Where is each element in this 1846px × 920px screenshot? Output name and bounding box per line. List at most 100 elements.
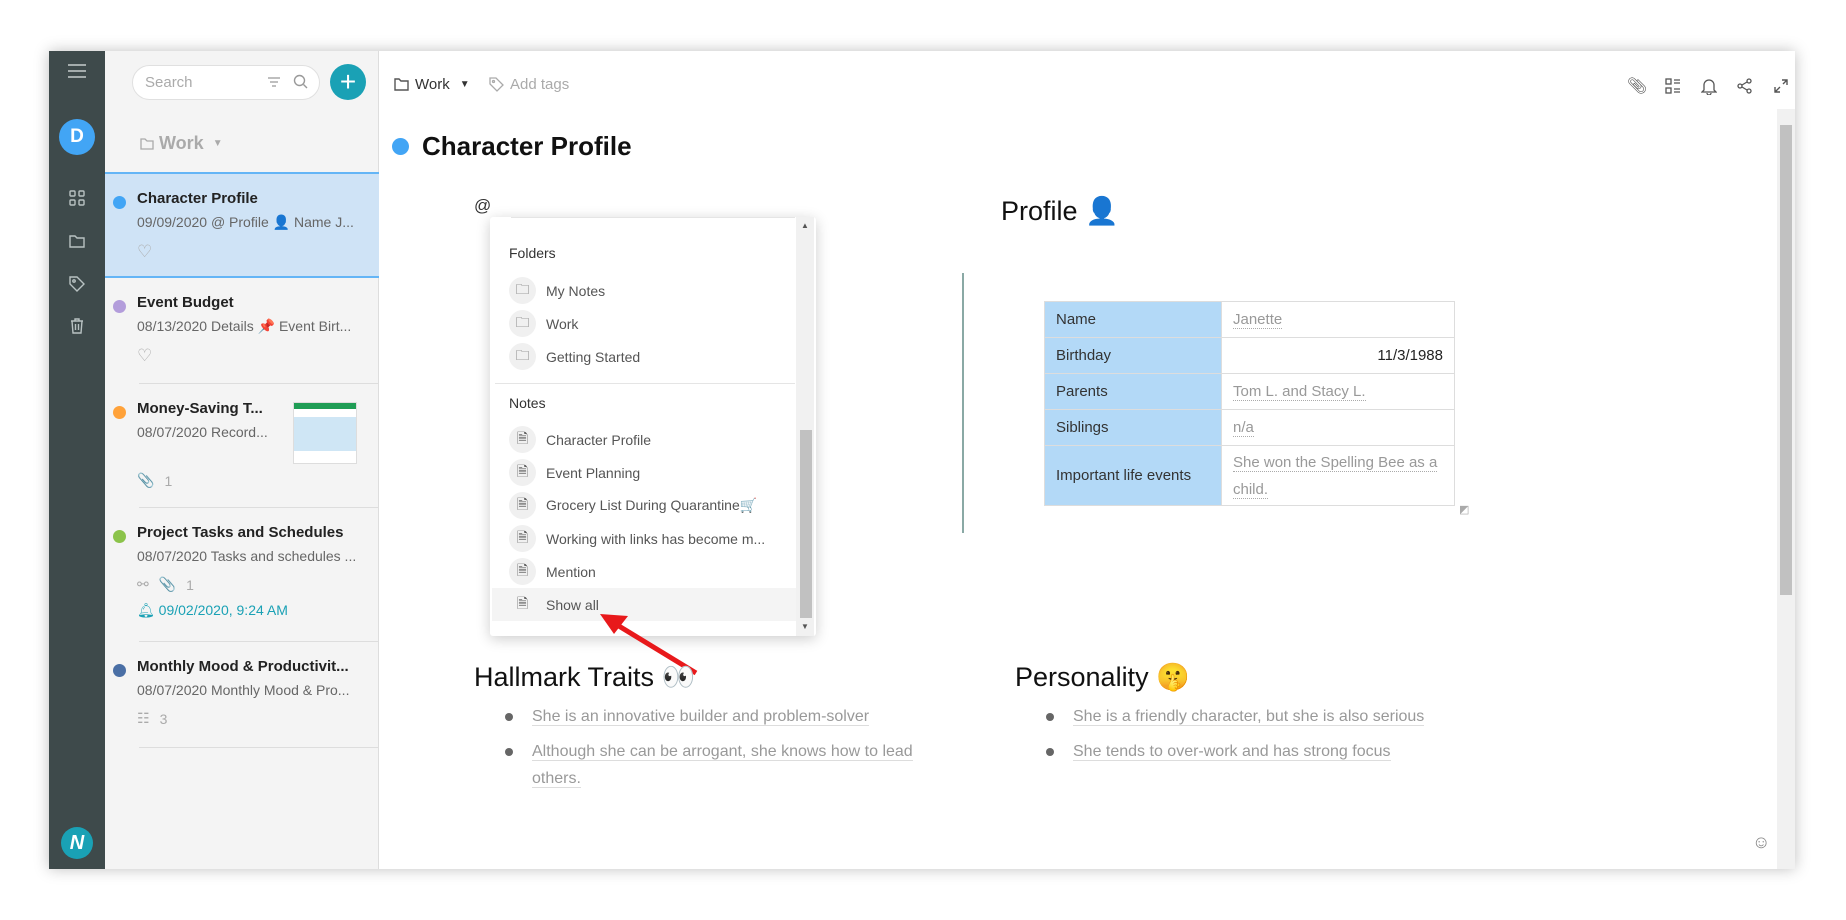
table-row: Parents Tom L. and Stacy L. <box>1044 373 1455 410</box>
table-value[interactable]: Tom L. and Stacy L. <box>1221 373 1455 410</box>
divider <box>139 747 379 748</box>
table-value[interactable]: She won the Spelling Bee as a child. <box>1221 445 1455 506</box>
dropdown-folder-item[interactable]: 🗀 Work <box>492 307 796 340</box>
note-item-money-saving[interactable]: Money-Saving T... 08/07/2020 Record... 📎… <box>105 384 379 508</box>
note-item-monthly-mood[interactable]: Monthly Mood & Productivit... 08/07/2020… <box>105 642 379 748</box>
tag-icon[interactable] <box>65 272 89 296</box>
folder-selector[interactable]: Work ▼ <box>140 133 223 154</box>
personality-heading: Personality 🤫 <box>1015 662 1190 692</box>
divider <box>495 383 795 384</box>
folder-name: Work <box>415 76 450 93</box>
scroll-down-icon[interactable]: ▼ <box>801 622 809 631</box>
share-icon[interactable] <box>1734 75 1756 97</box>
dropdown-note-item[interactable]: 🗎 Grocery List During Quarantine🛒 <box>492 489 796 522</box>
checklist-icon[interactable] <box>1662 75 1684 97</box>
note-icon: 🗎 <box>509 492 536 519</box>
folder-icon[interactable] <box>65 229 89 253</box>
column-divider <box>962 273 964 533</box>
note-preview: 08/13/2020 Details 📌 Event Birt... <box>137 318 352 334</box>
search-input[interactable]: Search <box>132 65 320 100</box>
list-item[interactable]: Although she can be arrogant, she knows … <box>505 738 942 792</box>
table-row: Siblings n/a <box>1044 409 1455 446</box>
note-item-character-profile[interactable]: Character Profile 09/09/2020 @ Profile 👤… <box>105 172 379 278</box>
dropdown-note-item[interactable]: 🗎 Mention <box>492 555 796 588</box>
table-key: Important life events <box>1044 445 1222 506</box>
note-title: Monthly Mood & Productivit... <box>137 658 349 675</box>
list-item[interactable]: She is a friendly character, but she is … <box>1045 703 1425 730</box>
note-folder-selector[interactable]: Work ▼ <box>394 76 470 93</box>
checklist-count: 3 <box>159 710 168 727</box>
page-title[interactable]: Character Profile <box>422 131 632 162</box>
attachment-count: 1 <box>164 472 173 489</box>
scrollbar[interactable] <box>1777 109 1795 869</box>
dropdown-scrollbar[interactable]: ▲ ▼ <box>796 217 814 636</box>
note-item-project-tasks[interactable]: Project Tasks and Schedules 08/07/2020 T… <box>105 508 379 642</box>
folder-icon: 🗀 <box>509 343 536 370</box>
folder-name: Work <box>159 133 204 153</box>
table-key: Birthday <box>1044 337 1222 374</box>
checklist-icon: ☷ <box>137 710 150 726</box>
scrollbar-thumb[interactable] <box>800 430 812 618</box>
expand-icon[interactable] <box>1770 75 1792 97</box>
table-value[interactable]: n/a <box>1221 409 1455 446</box>
trash-icon[interactable] <box>65 314 89 338</box>
item-label: Character Profile <box>546 431 652 448</box>
avatar[interactable]: D <box>59 119 95 155</box>
color-dot <box>113 300 126 313</box>
dropdown-folder-item[interactable]: 🗀 Getting Started <box>492 340 796 373</box>
dropdown-folder-item[interactable]: 🗀 My Notes <box>492 274 796 307</box>
item-label: Mention <box>546 563 596 580</box>
heart-icon[interactable]: ♡ <box>137 346 152 366</box>
note-title: Event Budget <box>137 294 234 311</box>
table-row: Birthday 11/3/1988 <box>1044 337 1455 374</box>
table-value[interactable]: 11/3/1988 <box>1221 337 1455 374</box>
table-key: Parents <box>1044 373 1222 410</box>
resize-handle-icon[interactable]: ◩ <box>1459 503 1469 516</box>
menu-icon[interactable] <box>65 59 89 83</box>
color-dot <box>113 530 126 543</box>
note-title: Money-Saving T... <box>137 400 263 417</box>
note-icon: 🗎 <box>516 594 529 611</box>
note-color-dot[interactable] <box>392 138 409 155</box>
profile-heading: Profile 👤 <box>1001 196 1119 226</box>
heart-icon[interactable]: ♡ <box>137 242 152 262</box>
color-dot <box>113 406 126 419</box>
note-icon: 🗎 <box>509 558 536 585</box>
search-icon[interactable] <box>293 74 308 93</box>
grid-icon[interactable] <box>65 186 89 210</box>
share-icon: ⚯ <box>137 576 149 592</box>
caret-down-icon: ▼ <box>212 138 223 149</box>
add-tags-button[interactable]: Add tags <box>489 76 569 93</box>
table-row: Important life events She won the Spellin… <box>1044 445 1455 506</box>
app-window: D N Search + Work ▼ Character Profile 09/… <box>49 51 1795 869</box>
note-item-event-budget[interactable]: Event Budget 08/13/2020 Details 📌 Event … <box>105 278 379 384</box>
add-note-button[interactable]: + <box>330 64 366 100</box>
notes-section-label: Notes <box>509 395 546 411</box>
item-label: Grocery List During Quarantine🛒 <box>546 497 758 513</box>
thumbnail-image <box>293 402 357 464</box>
note-preview: 09/09/2020 @ Profile 👤 Name J... <box>137 214 354 230</box>
item-label: Work <box>546 315 579 332</box>
note-list-panel: Search + Work ▼ Character Profile 09/09/2… <box>105 51 379 869</box>
folder-icon <box>140 137 154 150</box>
emoji-picker-icon[interactable]: ☺ <box>1752 832 1770 853</box>
dropdown-note-item[interactable]: 🗎 Event Planning <box>492 456 796 489</box>
dropdown-note-item[interactable]: 🗎 Character Profile <box>492 423 796 456</box>
note-preview: 08/07/2020 Tasks and schedules ... <box>137 548 357 564</box>
table-key: Name <box>1044 301 1222 338</box>
reminder-time: 09/02/2020, 9:24 AM <box>158 602 288 618</box>
item-label: Working with links has become m... <box>546 530 766 547</box>
list-item[interactable]: She tends to over-work and has strong fo… <box>1046 738 1391 765</box>
attachment-icon[interactable]: 📎︎ <box>1626 75 1648 97</box>
bell-icon[interactable] <box>1698 75 1720 97</box>
attachment-icon: 📎 <box>137 472 155 488</box>
table-value[interactable]: Janette <box>1221 301 1455 338</box>
dropdown-note-item[interactable]: 🗎 Working with links has become m... <box>492 522 796 555</box>
table-row: Name Janette <box>1044 301 1455 338</box>
scroll-up-icon[interactable]: ▲ <box>801 221 809 230</box>
attachment-count: 1 <box>186 576 194 593</box>
list-item[interactable]: She is an innovative builder and problem… <box>504 703 870 730</box>
filter-icon[interactable] <box>267 75 281 93</box>
scrollbar-thumb[interactable] <box>1780 125 1792 595</box>
nav-rail: D N <box>49 51 105 869</box>
